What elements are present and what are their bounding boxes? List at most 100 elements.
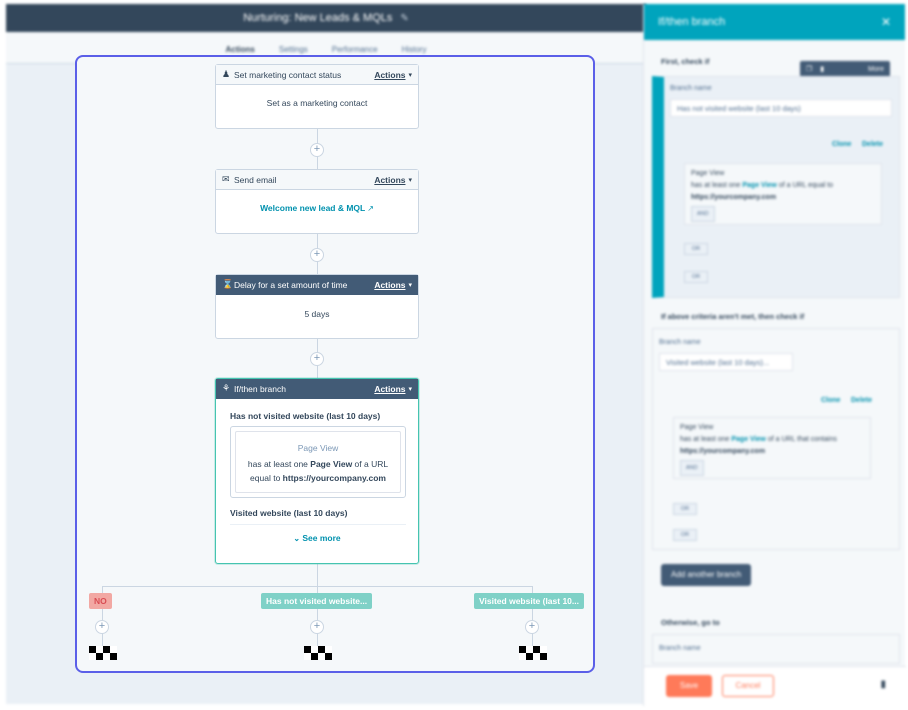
panel-title: If/then branch (658, 16, 726, 28)
or-button[interactable]: OR (673, 529, 697, 541)
filter-link: Page View (742, 182, 777, 189)
delete-link[interactable]: Delete (862, 141, 883, 148)
card-body: Set as a marketing contact (266, 98, 368, 108)
action-card-if-then-branch[interactable]: ⚘ If/then branch Actions ▾ Has not visit… (215, 378, 419, 564)
branch-settings-panel: If/then branch ✕ First, check if ❐ ▮ Mor… (643, 4, 906, 706)
chevron-down-icon[interactable]: ▾ (408, 281, 412, 289)
section-first-check: First, check if (661, 57, 710, 66)
action-card-send-email[interactable]: ✉ Send email Actions ▾ Welcome new lead … (215, 169, 419, 234)
more-menu[interactable]: More (868, 66, 884, 73)
add-action-button[interactable]: + (310, 248, 324, 262)
filter-text: of a URL equal to (776, 182, 834, 189)
filter-criteria: Page View has at least one Page View of … (235, 431, 401, 493)
section-else-check: If above criteria aren't met, then check… (661, 312, 805, 321)
actions-menu-button[interactable]: Actions (374, 175, 405, 185)
branch-name: Visited website (last 10 days) (230, 508, 348, 518)
copy-icon[interactable]: ❐ (806, 65, 812, 73)
filter-text: of a URL that contains (765, 436, 837, 443)
action-card-set-contact-status[interactable]: ♟ Set marketing contact status Actions ▾… (215, 64, 419, 129)
end-flag-icon (304, 646, 332, 660)
section-otherwise: Otherwise, go to (661, 618, 720, 627)
filter-line: equal to https://yourcompany.com (240, 471, 396, 485)
branch-icon: ⚘ (222, 383, 231, 393)
add-action-button[interactable]: + (310, 352, 324, 366)
chevron-down-icon[interactable]: ▾ (408, 71, 412, 79)
workflow-title[interactable]: Nurturing: New Leads & MQLs (243, 12, 392, 24)
card-body: 5 days (304, 309, 330, 319)
action-card-delay[interactable]: ⌛ Delay for a set amount of time Actions… (215, 274, 419, 339)
card-header: ⌛ Delay for a set amount of time Actions… (216, 275, 418, 295)
trash-icon[interactable]: ▮ (880, 679, 886, 690)
card-header: ♟ Set marketing contact status Actions ▾ (216, 65, 418, 85)
branch-config-1: Branch name Has not visited website (las… (652, 76, 900, 298)
add-action-button[interactable]: + (310, 620, 324, 634)
filter-description: has at least one Page View of a URL equa… (691, 180, 875, 192)
editor-header: Nurturing: New Leads & MQLs ✎ (6, 4, 646, 32)
filter-text: equal to (250, 473, 283, 483)
or-button[interactable]: OR (684, 243, 708, 255)
end-flag-icon (89, 646, 117, 660)
chevron-down-icon[interactable]: ▾ (408, 385, 412, 393)
close-icon[interactable]: ✕ (881, 15, 891, 29)
actions-menu-button[interactable]: Actions (374, 70, 405, 80)
or-button[interactable]: OR (673, 503, 697, 515)
filter-line: has at least one Page View of a URL (240, 457, 396, 471)
workflow-canvas: + + + ♟ Set marketing contact status Act… (75, 55, 595, 673)
branch-toolbar: ❐ ▮ More (800, 61, 890, 77)
actions-menu-button[interactable]: Actions (374, 280, 405, 290)
trash-icon[interactable]: ▮ (820, 65, 824, 73)
hourglass-icon: ⌛ (222, 279, 234, 289)
branch-name-input[interactable]: Has not visited website (last 10 days) (670, 99, 892, 117)
filter-description: has at least one Page View of a URL that… (680, 434, 864, 446)
card-body: Welcome new lead & MQL ↗ (216, 190, 418, 213)
save-button[interactable]: Save (666, 675, 712, 697)
filter-text: of a URL (352, 459, 389, 469)
filter-type: Page View (297, 443, 339, 453)
branch-name-label: Branch name (670, 85, 712, 92)
branch-name-label: Branch name (659, 645, 701, 652)
branch-name-label: Branch name (659, 339, 701, 346)
clone-link[interactable]: Clone (821, 397, 840, 404)
card-title: Send email (234, 174, 277, 185)
add-action-button[interactable]: + (525, 620, 539, 634)
filter-type: Page View (691, 170, 725, 177)
branch-outcome-visited[interactable]: Visited website (last 10... (474, 593, 584, 609)
external-link-icon[interactable]: ↗ (367, 204, 374, 213)
pencil-icon[interactable]: ✎ (400, 13, 408, 24)
card-header: ⚘ If/then branch Actions ▾ (216, 379, 418, 399)
branch-outcome-not-visited[interactable]: Has not visited website... (261, 593, 373, 609)
branch-name: Has not visited website (last 10 days) (230, 411, 381, 421)
clone-link[interactable]: Clone (832, 141, 851, 148)
card-title: Delay for a set amount of time (234, 279, 348, 290)
envelope-icon: ✉ (222, 174, 230, 184)
and-chip[interactable]: AND (691, 206, 715, 222)
delete-link[interactable]: Delete (851, 397, 872, 404)
branch-name-input[interactable]: Visited website (last 10 days)... (659, 353, 793, 371)
connector (317, 562, 318, 586)
filter-text: has at least one (247, 459, 311, 469)
see-more-label: See more (302, 533, 341, 543)
branch-config-2: Branch name Visited website (last 10 day… (652, 328, 900, 550)
add-another-branch-button[interactable]: Add another branch (661, 564, 752, 586)
filter-type: Page View (680, 424, 714, 431)
cancel-button[interactable]: Cancel (722, 675, 774, 697)
add-action-button[interactable]: + (95, 620, 109, 634)
filter-url: https://yourcompany.com (691, 194, 777, 201)
workflow-editor-screen: Nurturing: New Leads & MQLs ✎ Actions Se… (0, 0, 908, 710)
filter-url: https://yourcompany.com (282, 473, 386, 483)
see-more-link[interactable]: ⌄ See more (216, 525, 418, 543)
actions-menu-button[interactable]: Actions (374, 384, 405, 394)
and-chip[interactable]: AND (680, 460, 704, 476)
branch-outcome-no[interactable]: NO (89, 593, 112, 609)
panel-header: If/then branch ✕ (644, 4, 905, 40)
chevron-down-icon[interactable]: ▾ (408, 176, 412, 184)
filter-url: https://yourcompany.com (680, 448, 766, 455)
card-header: ✉ Send email Actions ▾ (216, 170, 418, 190)
or-button[interactable]: OR (684, 271, 708, 283)
email-link[interactable]: Welcome new lead & MQL (260, 203, 365, 213)
filter-card[interactable]: Page View has at least one Page View of … (684, 163, 882, 225)
add-action-button[interactable]: + (310, 143, 324, 157)
fallback-branch: Branch name (652, 634, 900, 664)
filter-text: has at least one (680, 436, 732, 443)
filter-card[interactable]: Page View has at least one Page View of … (673, 417, 871, 479)
